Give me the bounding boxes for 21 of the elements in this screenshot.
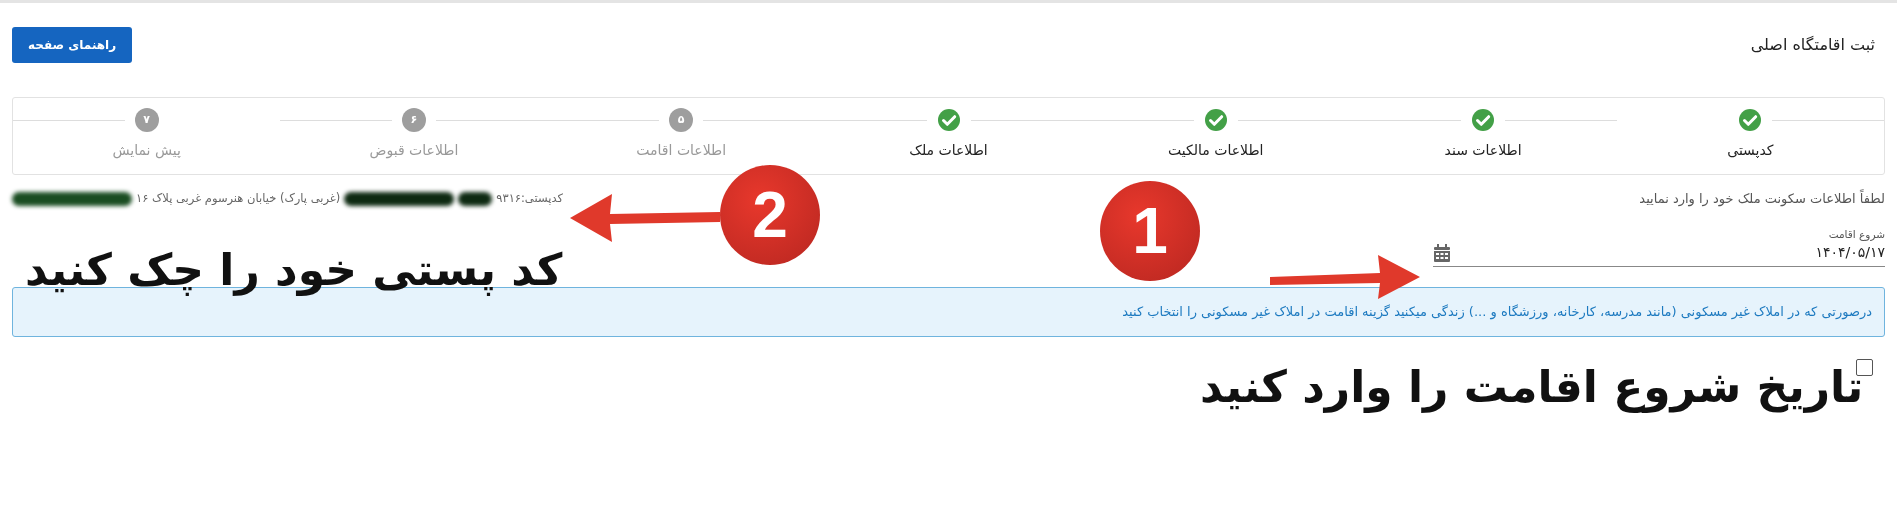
step-label: اطلاعات اقامت <box>636 141 727 160</box>
instruction-text: لطفاً اطلاعات سکونت ملک خود را وارد نمایید <box>1639 189 1885 209</box>
step-label: اطلاعات قبوض <box>369 141 459 161</box>
step-label: اطلاعات مالکیت <box>1168 141 1264 160</box>
redaction-mark <box>458 191 493 206</box>
address-text: (غربی پارک) خیابان هنرسوم غربی پلاک ۱۶ <box>136 190 341 208</box>
number-marker: 2 <box>720 165 820 265</box>
help-button[interactable]: راهنمای صفحه <box>12 27 133 63</box>
step-number: ۶ <box>401 108 426 132</box>
step-label: پیش نمایش <box>112 141 181 161</box>
postal-code-label: کدپستی:۹۳۱۶ <box>496 190 563 208</box>
number-marker: 1 <box>1100 181 1200 281</box>
step-label: اطلاعات ملک <box>909 141 988 160</box>
page-title: ثبت اقامتگاه اصلی <box>1750 35 1875 55</box>
step-label: اطلاعات سند <box>1444 141 1522 160</box>
step-number: ۷ <box>134 108 159 132</box>
date-field[interactable]: ۱۴۰۴/۰۵/۱۷ <box>1433 242 1885 268</box>
step-label: کدپستی <box>1727 141 1774 160</box>
step-number: ۵ <box>669 108 694 132</box>
calendar-icon[interactable] <box>1433 243 1451 262</box>
field-label: شروع اقامت <box>1827 226 1885 243</box>
